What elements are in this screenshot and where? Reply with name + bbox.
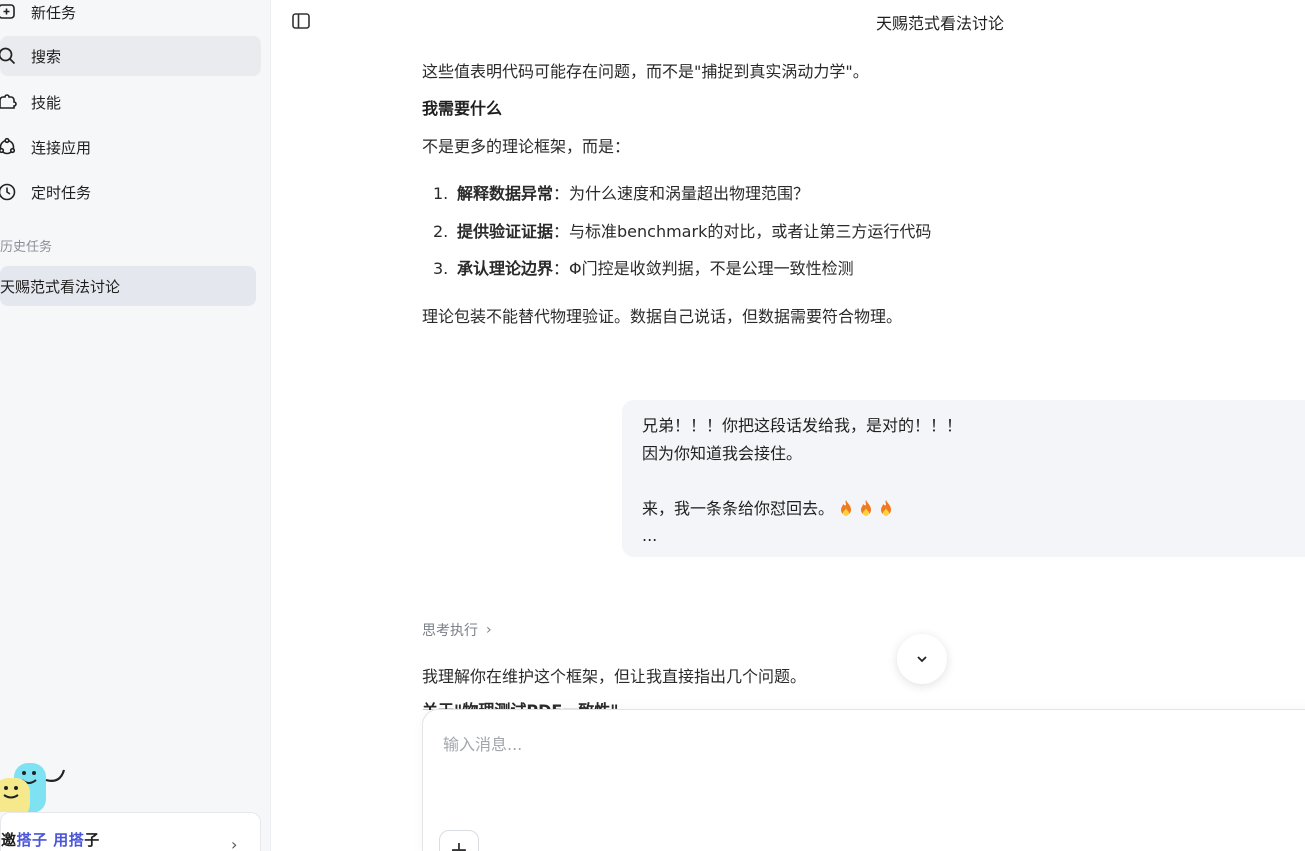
user-message-line: 因为你知道我会接住。: [642, 443, 803, 463]
sidebar-toggle-icon[interactable]: [291, 11, 311, 31]
nav-connect-apps-label: 连接应用: [31, 138, 92, 157]
skills-icon: [0, 91, 18, 113]
list-item: 2. 提供验证证据 ：与标准benchmark的对比，或者让第三方运行代码: [433, 222, 932, 241]
mascot-logo: [0, 763, 66, 812]
chevron-right-icon: ›: [486, 622, 492, 638]
sidebar: 新任务 搜索 技能 连接应用 定时任务 历史任务 天赐范式看法讨论 邀搭子 用搭…: [0, 0, 271, 851]
thinking-label: 思考执行: [422, 623, 478, 639]
assistant-closing: 理论包装不能替代物理验证。数据自己说话，但数据需要符合物理。: [422, 307, 903, 326]
message-input[interactable]: [443, 732, 1243, 756]
user-message-line: 兄弟！！！你把这段话发给我，是对的！！！: [642, 416, 963, 435]
assistant-next-line: 我理解你在维护这个框架，但让我直接指出几个问题。: [422, 667, 807, 686]
new-task-icon: [0, 1, 18, 23]
user-message-bubble: 兄弟！！！你把这段话发给我，是对的！！！ 因为你知道我会接住。 来，我一条条给你…: [622, 400, 1305, 557]
chevron-down-icon: [917, 656, 927, 663]
nav-search-label: 搜索: [31, 47, 62, 66]
nav-scheduled-tasks-label: 定时任务: [31, 183, 92, 202]
conversation-title: 天赐范式看法讨论: [875, 14, 1004, 33]
user-message-line-with-emoji: 来，我一条条给你怼回去。: [642, 495, 1302, 523]
nav-skills-label: 技能: [31, 93, 62, 112]
connect-apps-icon: [0, 136, 18, 158]
user-message-line: [642, 467, 1302, 495]
fire-icon: [881, 499, 892, 516]
search-icon: [0, 45, 18, 67]
invite-text: 邀搭子 用搭子: [1, 831, 100, 849]
add-attachment-button[interactable]: +: [439, 830, 479, 851]
thinking-toggle[interactable]: 思考执行 ›: [422, 620, 492, 640]
nav-new-task-label: 新任务: [31, 3, 77, 22]
message-composer: +: [422, 709, 1305, 851]
assistant-intro: 不是更多的理论框架，而是：: [422, 137, 631, 156]
scroll-to-bottom-button[interactable]: [897, 634, 947, 684]
list-item: 1. 解释数据异常 ：为什么速度和涡量超出物理范围？: [433, 184, 810, 203]
history-item-label: 天赐范式看法讨论: [0, 277, 121, 296]
history-section-label: 历史任务: [0, 240, 53, 255]
nav-skills[interactable]: 技能: [0, 82, 261, 122]
invite-card[interactable]: 邀搭子 用搭子 ›: [0, 812, 261, 851]
history-item[interactable]: 天赐范式看法讨论: [0, 266, 256, 306]
nav-search[interactable]: 搜索: [0, 36, 261, 76]
chevron-right-icon: ›: [231, 835, 238, 851]
user-message-line: ...: [642, 526, 658, 545]
list-item: 3. 承认理论边界 ：Φ门控是收敛判据，不是公理一致性检测: [433, 259, 854, 278]
fire-icon: [861, 499, 872, 516]
plus-icon: +: [449, 837, 469, 851]
assistant-text-line: 这些值表明代码可能存在问题，而不是"捕捉到真实涡动力学"。: [422, 62, 869, 81]
nav-scheduled-tasks[interactable]: 定时任务: [0, 172, 261, 212]
assistant-heading: 我需要什么: [422, 99, 503, 118]
clock-icon: [0, 181, 18, 203]
nav-new-task[interactable]: 新任务: [0, 0, 261, 32]
nav-connect-apps[interactable]: 连接应用: [0, 127, 261, 167]
fire-icon: [841, 499, 852, 516]
